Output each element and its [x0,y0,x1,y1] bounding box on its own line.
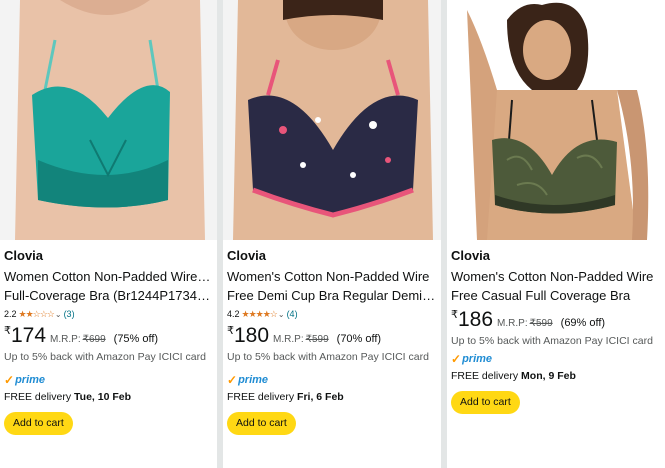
rating-row[interactable]: 2.2 ★★☆☆☆ ⌄ (3) [4,307,213,321]
discount-percent: (69% off) [560,317,606,329]
product-title-line1[interactable]: Women's Cotton Non-Padded Wire [227,267,437,286]
check-icon: ✓ [4,372,15,387]
mrp-label: M.R.P: [497,318,528,329]
product-title[interactable]: Women Cotton Non-Padded Wire Free Full-C… [4,267,213,305]
prime-badge: ✓ prime [451,351,661,366]
product-image[interactable] [223,0,441,240]
product-card[interactable]: Clovia Women Cotton Non-Padded Wire Free… [0,0,217,468]
delivery-info: FREE delivery Mon, 9 Feb [451,369,661,383]
rating-value: 4.2 [227,309,240,319]
delivery-prefix: FREE delivery [4,391,75,403]
product-title-line1[interactable]: Women Cotton Non-Padded Wire Free [4,267,213,286]
mrp-label: M.R.P: [273,334,304,345]
review-count-link[interactable]: (3) [64,309,75,319]
cashback-offer: Up to 5% back with Amazon Pay ICICI card [4,351,206,363]
product-title-line1[interactable]: Women's Cotton Non-Padded Wire [451,267,661,286]
delivery-prefix: FREE delivery [451,370,522,382]
price: 186 [458,308,494,331]
rupee-symbol: ₹ [451,309,458,321]
star-rating-icon[interactable]: ★★☆☆☆ [19,309,55,320]
price-row: ₹ 180 M.R.P: ₹599 (70% off) [227,325,437,349]
rupee-symbol: ₹ [227,325,234,337]
price-row: ₹ 174 M.R.P: ₹699 (75% off) [4,325,213,349]
delivery-date: Tue, 10 Feb [74,391,132,403]
product-title-line2[interactable]: Free Demi Cup Bra Regular Demi Bra [227,286,437,305]
delivery-info: FREE delivery Tue, 10 Feb [4,390,213,404]
brand-name: Clovia [451,248,491,263]
product-title-line2[interactable]: Full-Coverage Bra (Br1244P1734B_... [4,286,213,305]
product-title-line2[interactable]: Free Casual Full Coverage Bra [451,286,661,305]
product-info: Clovia Women's Cotton Non-Padded Wire Fr… [227,248,437,404]
add-to-cart-button[interactable]: Add to cart [227,412,296,435]
rating-value: 2.2 [4,309,17,319]
product-info: Clovia Women Cotton Non-Padded Wire Free… [4,248,213,404]
brand-name: Clovia [227,248,267,263]
chevron-down-icon[interactable]: ⌄ [55,310,62,319]
mrp-price: ₹599 [305,334,329,345]
price: 180 [234,324,270,347]
product-image[interactable] [0,0,217,240]
delivery-date: Fri, 6 Feb [297,391,344,403]
check-icon: ✓ [451,351,462,366]
delivery-date: Mon, 9 Feb [521,370,576,382]
brand-name: Clovia [4,248,44,263]
review-count-link[interactable]: (4) [287,309,298,319]
discount-percent: (70% off) [336,333,382,345]
product-info: Clovia Women's Cotton Non-Padded Wire Fr… [451,248,661,383]
discount-percent: (75% off) [113,333,159,345]
add-to-cart-button[interactable]: Add to cart [451,391,520,414]
product-card[interactable]: Clovia Women's Cotton Non-Padded Wire Fr… [223,0,441,468]
product-title[interactable]: Women's Cotton Non-Padded Wire Free Demi… [227,267,437,305]
cashback-offer: Up to 5% back with Amazon Pay ICICI card [227,351,429,363]
star-rating-icon[interactable]: ★★★★☆ [242,309,278,320]
chevron-down-icon[interactable]: ⌄ [278,310,285,319]
add-to-cart-button[interactable]: Add to cart [4,412,73,435]
mrp-price: ₹699 [82,334,106,345]
product-image[interactable] [447,0,665,240]
prime-label: prime [462,352,493,365]
product-title[interactable]: Women's Cotton Non-Padded Wire Free Casu… [451,267,661,305]
delivery-prefix: FREE delivery [227,391,298,403]
product-card[interactable]: Clovia Women's Cotton Non-Padded Wire Fr… [447,0,665,468]
delivery-info: FREE delivery Fri, 6 Feb [227,390,437,404]
price-row: ₹ 186 M.R.P: ₹599 (69% off) [451,309,661,333]
mrp-label: M.R.P: [50,334,81,345]
prime-badge: ✓ prime [4,372,213,387]
mrp-price: ₹599 [529,318,553,329]
cashback-offer: Up to 5% back with Amazon Pay ICICI card [451,335,653,347]
rating-row[interactable]: 4.2 ★★★★☆ ⌄ (4) [227,307,437,321]
prime-label: prime [15,373,46,386]
prime-badge: ✓ prime [227,372,437,387]
rupee-symbol: ₹ [4,325,11,337]
check-icon: ✓ [227,372,238,387]
price: 174 [11,324,47,347]
prime-label: prime [238,373,269,386]
